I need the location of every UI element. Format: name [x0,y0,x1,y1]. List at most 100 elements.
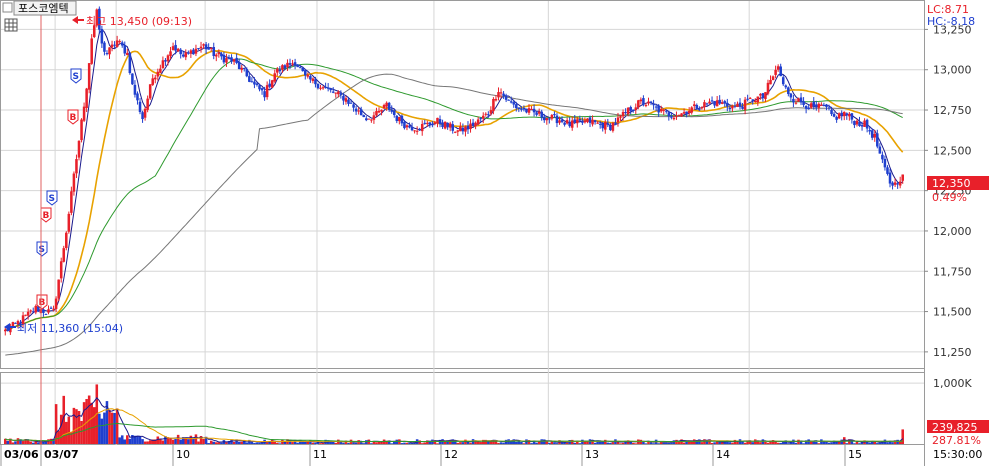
candle-body [288,63,292,65]
candle-body [715,100,719,107]
candle-body [855,120,859,125]
volume-bar [80,420,83,444]
candle-body [591,119,594,125]
candle-body [11,322,15,327]
volume-bar [215,442,218,444]
candle-body [301,67,304,72]
volume-bar [202,438,205,444]
candle-body [787,87,790,95]
volume-bar [37,442,40,444]
candle-body [227,57,231,59]
volume-bar [75,409,78,444]
grid-icon[interactable] [4,18,18,32]
menu-square[interactable] [2,2,13,13]
candle-body [499,92,503,94]
candle-body [784,85,788,88]
volume-bar [176,434,180,444]
candle-body [616,117,620,123]
candle-body [842,111,846,117]
candle-body [146,98,149,110]
volume-bar [11,442,15,444]
price-chart[interactable]: 11,25011,50011,75012,00012,25012,50012,7… [0,0,991,466]
candle-body [103,42,106,52]
volume-bar [499,442,503,444]
signal-label: S [73,72,79,82]
candle-body [298,67,302,69]
volume-bar [98,413,101,444]
candle-body [682,112,686,114]
volume-bar [187,439,190,444]
candle-body [883,158,887,168]
candle-body [606,122,610,124]
candle-body [387,102,391,110]
candle-body [459,126,462,132]
candle-body [517,107,521,109]
candle-body [586,118,589,123]
stock-name: 포스코엠텍 [18,2,69,15]
candle-body [431,123,434,126]
volume-bar [100,418,104,444]
volume-bar [59,414,63,444]
candle-body [893,182,897,185]
candle-body [324,86,327,88]
title-tab[interactable]: 포스코엠텍 [2,0,77,16]
candle-body [809,103,813,108]
candle-body [187,52,190,54]
candle-body [349,102,353,104]
candle-body [532,108,536,113]
candle-body [375,111,378,116]
volume-bar [502,442,505,444]
candle-body [794,102,798,104]
candle-body [542,116,546,121]
candle-body [705,103,709,105]
candle-body [408,125,411,128]
volume-bar [644,443,648,444]
candle-body [240,67,243,70]
signal-label: B [70,113,77,123]
volume-bar [14,441,17,444]
volume-bar [631,442,635,444]
candle-body [326,87,330,89]
volume-bar [31,442,35,444]
candle-body [253,81,256,85]
candle-body [161,60,165,69]
volume-bar [92,407,96,444]
low-label: 최저 11,360 (15:04) [17,322,123,335]
candle-body [583,120,587,123]
candle-body [222,54,226,63]
volume-bar [232,441,236,444]
candle-body [759,94,762,96]
volume-bar [825,441,828,444]
candle-body [746,98,749,100]
candle-body [87,63,91,90]
candle-body [695,105,699,110]
candle-body [507,99,510,101]
volume-bar [535,442,538,444]
candle-body [54,298,58,309]
candle-body [169,51,172,57]
candle-body [174,44,177,51]
volume-bar [456,442,460,444]
candle-body [540,111,543,118]
candle-body [469,123,472,130]
volume-bar [49,438,53,444]
volume-bar [258,442,261,444]
hc-label: HC:-8.18 [927,15,975,28]
volume-bar [497,442,500,444]
candle-body [141,112,144,120]
volume-bar [776,442,780,444]
volume-bar [72,407,76,444]
candle-body [392,110,396,116]
volume-bar [334,442,338,444]
volume-bar [815,441,818,444]
candle-body [604,122,607,130]
candle-body [665,110,668,112]
volume-bar [420,443,424,444]
candle-body [202,44,205,46]
volume-bar [253,442,256,444]
volume-bar [161,440,165,444]
candle-body [420,123,424,132]
candle-body [365,118,368,121]
volume-bar [555,443,559,444]
candle-body [598,123,602,125]
